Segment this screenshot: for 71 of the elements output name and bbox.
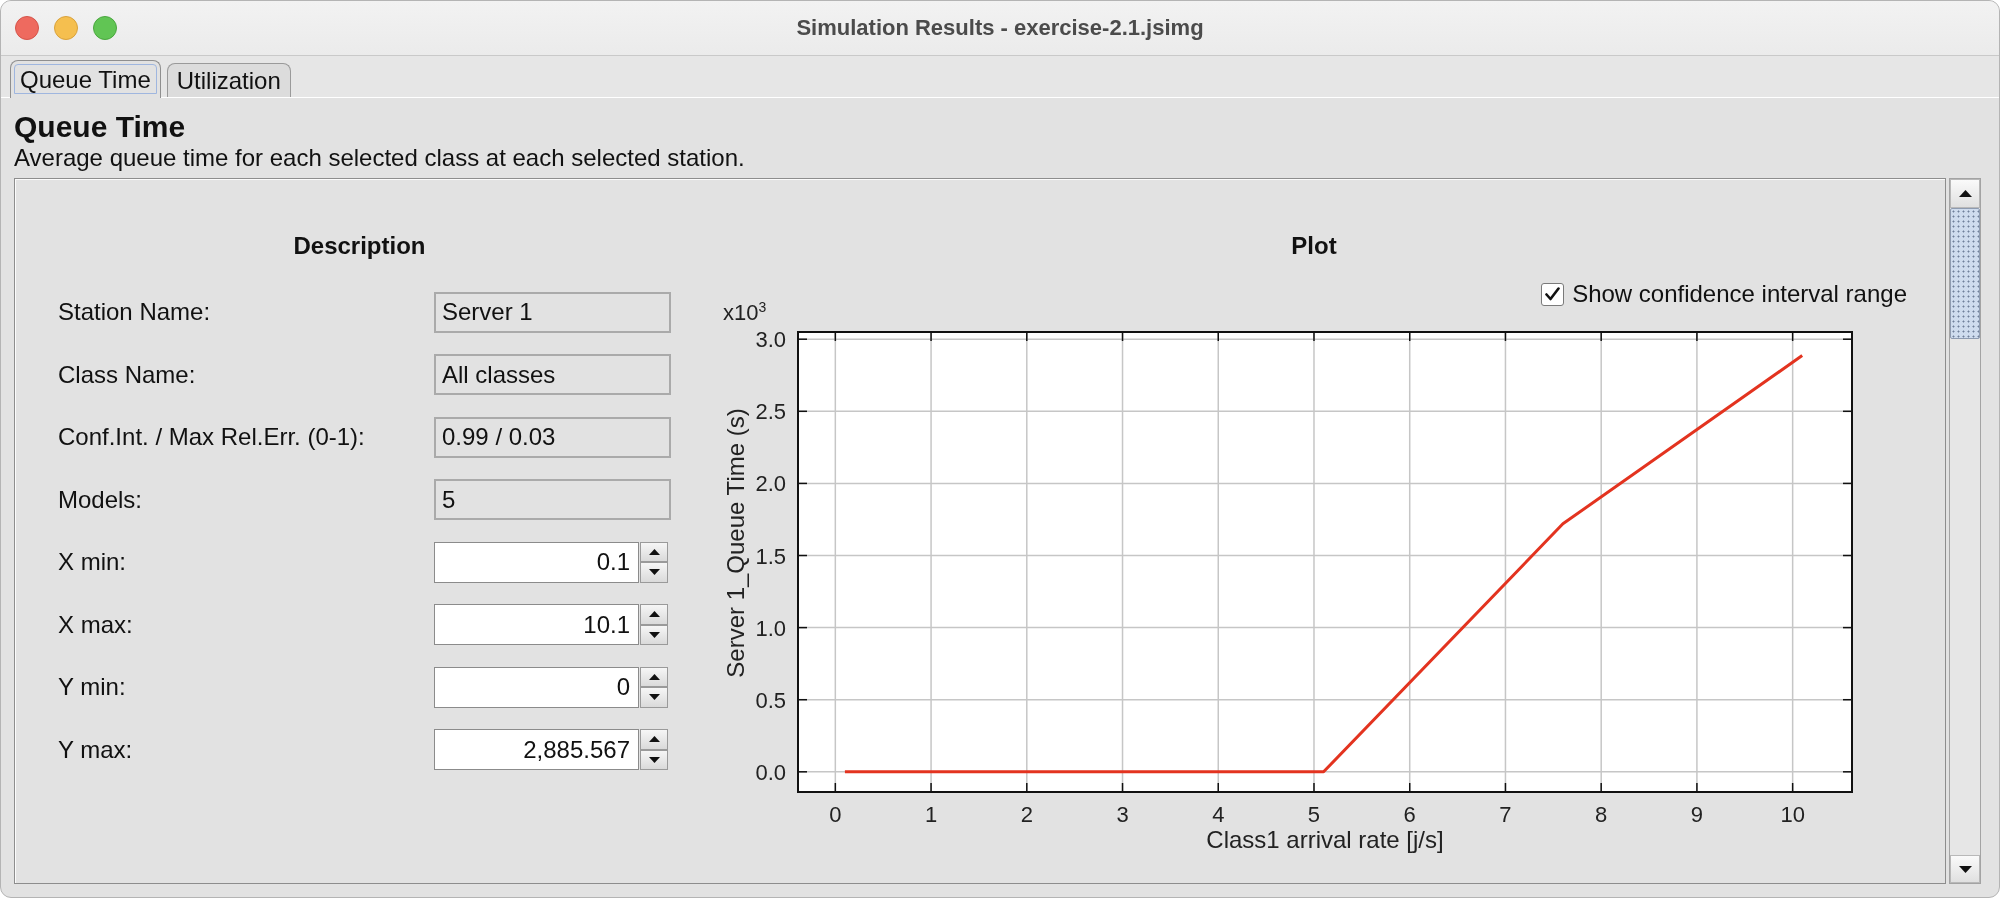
axis-tick-label: 4 — [1212, 802, 1225, 827]
axis-tick-label: 6 — [1403, 802, 1416, 827]
down-triangle-icon — [648, 756, 660, 763]
text-field[interactable]: 5 — [434, 479, 671, 520]
decrement-button[interactable] — [640, 562, 668, 583]
up-triangle-icon — [648, 548, 660, 555]
field-label: Y min: — [58, 673, 127, 701]
axis-scale-label: x10$^{3}$ — [723, 302, 767, 324]
up-triangle-icon — [648, 611, 660, 618]
axis-tick-label: 1.5 — [755, 543, 786, 569]
axis-tick-label: 3 — [1116, 802, 1129, 827]
tab[interactable]: Utilization — [166, 63, 291, 97]
checkmark-icon — [1545, 287, 1561, 301]
axis-tick-label: 0.5 — [755, 687, 786, 713]
number-field[interactable]: 0.1 — [434, 541, 639, 583]
up-triangle-icon — [648, 673, 660, 680]
scrollbar[interactable] — [1949, 178, 1981, 884]
checkbox-label[interactable]: Show confidence interval range — [1572, 280, 1907, 308]
down-triangle-icon — [648, 569, 660, 576]
increment-button[interactable] — [640, 729, 668, 750]
decrement-button[interactable] — [640, 687, 668, 708]
increment-button[interactable] — [640, 666, 668, 687]
decrement-button[interactable] — [640, 749, 668, 770]
field-label: Station Name: — [58, 298, 212, 326]
up-triangle-icon — [1958, 190, 1972, 197]
axis-tick-label: 1 — [924, 802, 938, 827]
axis-tick-label: 2.0 — [755, 471, 786, 497]
field-label: X min: — [58, 548, 127, 576]
scroll-up-button[interactable] — [1950, 179, 1980, 208]
increment-button[interactable] — [640, 541, 668, 562]
panel-title: Queue Time — [14, 110, 187, 144]
x-axis-title: Class1 arrival rate [j/s] — [1206, 826, 1444, 853]
y-axis-title: Server 1_Queue Time (s) — [722, 408, 749, 678]
increment-button[interactable] — [640, 604, 668, 625]
text-field[interactable]: Server 1 — [434, 291, 671, 333]
up-triangle-icon — [648, 736, 660, 743]
field-label: Conf.Int. / Max Rel.Err. (0-1): — [58, 423, 366, 451]
axis-tick-label: 0 — [829, 802, 842, 827]
scrollbar-thumb[interactable] — [1950, 208, 1980, 339]
panel-description: Average queue time for each selected class at each selected station. — [14, 144, 746, 172]
decrement-button[interactable] — [640, 624, 668, 645]
checkbox[interactable] — [1541, 282, 1565, 306]
field-label: Models: — [58, 485, 144, 514]
scroll-down-button[interactable] — [1950, 855, 1980, 883]
axis-tick-label: 1.0 — [755, 615, 786, 641]
close-button[interactable] — [15, 16, 39, 40]
number-field[interactable]: 0 — [434, 666, 639, 708]
axis-tick-label: 0.0 — [755, 759, 786, 785]
field-label: Class Name: — [58, 360, 197, 389]
number-field[interactable]: 2,885.567 — [434, 729, 639, 770]
tab[interactable]: Queue Time — [10, 60, 161, 98]
section-heading: Description — [292, 232, 427, 260]
down-triangle-icon — [1958, 865, 1972, 873]
text-field[interactable]: 0.99 / 0.03 — [434, 416, 671, 458]
axis-tick-label: 2 — [1020, 802, 1033, 827]
down-triangle-icon — [648, 694, 660, 701]
window-title: Simulation Results - exercise-2.1.jsimg — [796, 15, 1204, 41]
axis-tick-label: 5 — [1307, 802, 1321, 827]
number-field[interactable]: 10.1 — [434, 604, 639, 645]
section-heading: Plot — [1290, 232, 1338, 260]
down-triangle-icon — [648, 631, 660, 638]
axis-tick-label: 3.0 — [755, 327, 786, 353]
axis-tick-label: 2.5 — [755, 399, 786, 425]
text-field[interactable]: All classes — [434, 354, 671, 395]
axis-tick-label: 9 — [1690, 802, 1704, 827]
field-label: X max: — [58, 610, 134, 639]
maximize-button[interactable] — [93, 16, 117, 40]
axis-tick-label: 8 — [1595, 802, 1608, 827]
axis-tick-label: 10 — [1780, 802, 1805, 827]
field-label: Y max: — [58, 735, 134, 764]
axis-tick-label: 7 — [1499, 802, 1512, 827]
